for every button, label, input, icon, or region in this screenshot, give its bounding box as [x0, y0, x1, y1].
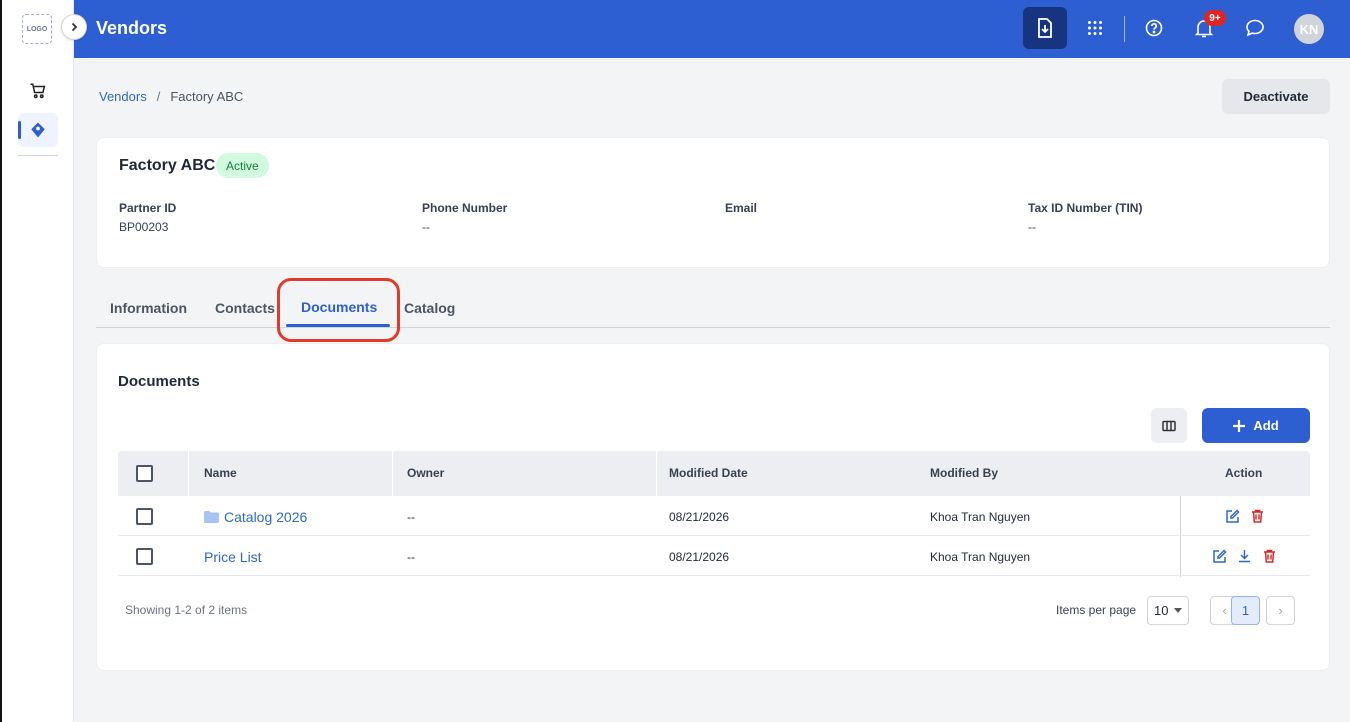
chat-icon — [1246, 19, 1264, 37]
document-name: Catalog 2026 — [224, 509, 308, 525]
document-name-link[interactable]: Price List — [204, 549, 262, 565]
help-button[interactable] — [1132, 7, 1176, 49]
vendor-name: Factory ABC — [119, 157, 216, 174]
owner-cell: -- — [407, 510, 415, 524]
tab-information[interactable]: Information — [110, 300, 187, 316]
page-title: Vendors — [96, 18, 168, 38]
row-checkbox[interactable] — [136, 508, 153, 525]
partner-id-value: BP00203 — [119, 220, 169, 234]
modified-date-cell: 08/21/2026 — [669, 550, 730, 564]
breadcrumb-separator: / — [156, 89, 161, 104]
documents-table: Name Owner Modified Date Modified By Act… — [118, 451, 1310, 577]
apps-grid-icon — [1088, 21, 1102, 35]
help-icon — [1145, 19, 1163, 37]
toolbar-divider — [1124, 16, 1125, 42]
top-bar: Vendors 9+ KN — [74, 0, 1350, 58]
edit-button[interactable] — [1211, 548, 1227, 564]
items-per-page-select[interactable]: 10 — [1147, 596, 1189, 625]
vendor-tag-icon — [31, 122, 45, 138]
edit-icon — [1225, 508, 1240, 523]
add-button-label: Add — [1253, 418, 1279, 433]
modified-date-cell: 08/21/2026 — [669, 510, 730, 524]
column-header-modified-date[interactable]: Modified Date — [669, 466, 748, 480]
add-document-button[interactable]: Add — [1202, 408, 1310, 443]
header-divider — [188, 451, 189, 496]
columns-icon — [1162, 420, 1176, 431]
sidebar-expand-button[interactable] — [61, 14, 87, 40]
column-header-action: Action — [1225, 466, 1263, 480]
owner-cell: -- — [407, 550, 415, 564]
delete-button[interactable] — [1249, 508, 1265, 524]
sidebar-divider — [18, 155, 58, 156]
documents-panel: Documents Add Name Owner Modified Date M… — [96, 343, 1330, 671]
items-per-page-value: 10 — [1154, 603, 1169, 618]
row-checkbox[interactable] — [136, 548, 153, 565]
export-download-icon — [1038, 18, 1052, 38]
apps-menu-button[interactable] — [1073, 7, 1117, 49]
delete-button[interactable] — [1261, 548, 1277, 564]
items-per-page-label: Items per page — [1056, 603, 1137, 617]
breadcrumb-current: Factory ABC — [170, 89, 244, 104]
column-header-owner[interactable]: Owner — [407, 466, 444, 480]
next-page-button[interactable]: › — [1266, 596, 1295, 625]
edit-icon — [1212, 548, 1227, 563]
document-name-link[interactable]: Catalog 2026 — [204, 509, 307, 525]
partner-id-label: Partner ID — [119, 201, 177, 215]
modified-by-cell: Khoa Tran Nguyen — [930, 510, 1031, 524]
chat-button[interactable] — [1233, 7, 1277, 49]
plus-icon — [1233, 419, 1246, 432]
app-logo[interactable]: LOGO — [22, 14, 52, 44]
breadcrumb-vendors-link[interactable]: Vendors — [99, 89, 147, 104]
breadcrumb: Vendors / Factory ABC — [99, 89, 243, 104]
table-row: Catalog 2026 -- 08/21/2026 Khoa Tran Ngu… — [118, 496, 1310, 536]
phone-number-label: Phone Number — [422, 201, 508, 215]
user-avatar[interactable]: KN — [1294, 14, 1324, 44]
tax-id-value: -- — [1028, 220, 1036, 234]
delete-icon — [1263, 549, 1275, 563]
tab-contacts[interactable]: Contacts — [215, 300, 275, 316]
notification-badge: 9+ — [1204, 10, 1226, 26]
column-header-name[interactable]: Name — [204, 466, 237, 480]
download-button[interactable] — [1236, 548, 1252, 564]
folder-icon — [204, 511, 219, 523]
documents-title: Documents — [118, 373, 200, 390]
email-label: Email — [725, 201, 758, 215]
download-icon — [1238, 550, 1250, 563]
documents-tab-highlight — [277, 278, 400, 342]
vendor-summary-card: Factory ABC Active Partner ID BP00203 Ph… — [96, 137, 1330, 268]
cart-icon — [30, 83, 46, 99]
pagination-summary: Showing 1-2 of 2 items — [125, 603, 248, 617]
left-sidebar: LOGO — [0, 0, 74, 722]
modified-by-cell: Khoa Tran Nguyen — [930, 550, 1031, 564]
export-button[interactable] — [1023, 7, 1067, 49]
header-divider — [656, 451, 657, 496]
delete-icon — [1251, 509, 1263, 523]
header-divider — [392, 451, 393, 496]
sidebar-item-vendors[interactable] — [18, 113, 58, 147]
tax-id-label: Tax ID Number (TIN) — [1028, 201, 1143, 215]
phone-number-value: -- — [422, 220, 430, 234]
status-badge: Active — [216, 153, 269, 178]
column-header-modified-by[interactable]: Modified By — [930, 466, 998, 480]
deactivate-button[interactable]: Deactivate — [1222, 79, 1330, 114]
edit-button[interactable] — [1224, 508, 1240, 524]
caret-down-icon — [1174, 608, 1183, 613]
tab-catalog[interactable]: Catalog — [404, 300, 455, 316]
table-row: Price List -- 08/21/2026 Khoa Tran Nguye… — [118, 536, 1310, 576]
select-all-checkbox[interactable] — [136, 465, 153, 482]
document-name: Price List — [204, 549, 262, 565]
page-1-button[interactable]: 1 — [1231, 596, 1260, 625]
chevron-right-icon — [71, 22, 78, 32]
column-settings-button[interactable] — [1151, 408, 1187, 443]
sidebar-item-cart[interactable] — [18, 74, 58, 108]
table-header: Name Owner Modified Date Modified By Act… — [118, 451, 1310, 496]
